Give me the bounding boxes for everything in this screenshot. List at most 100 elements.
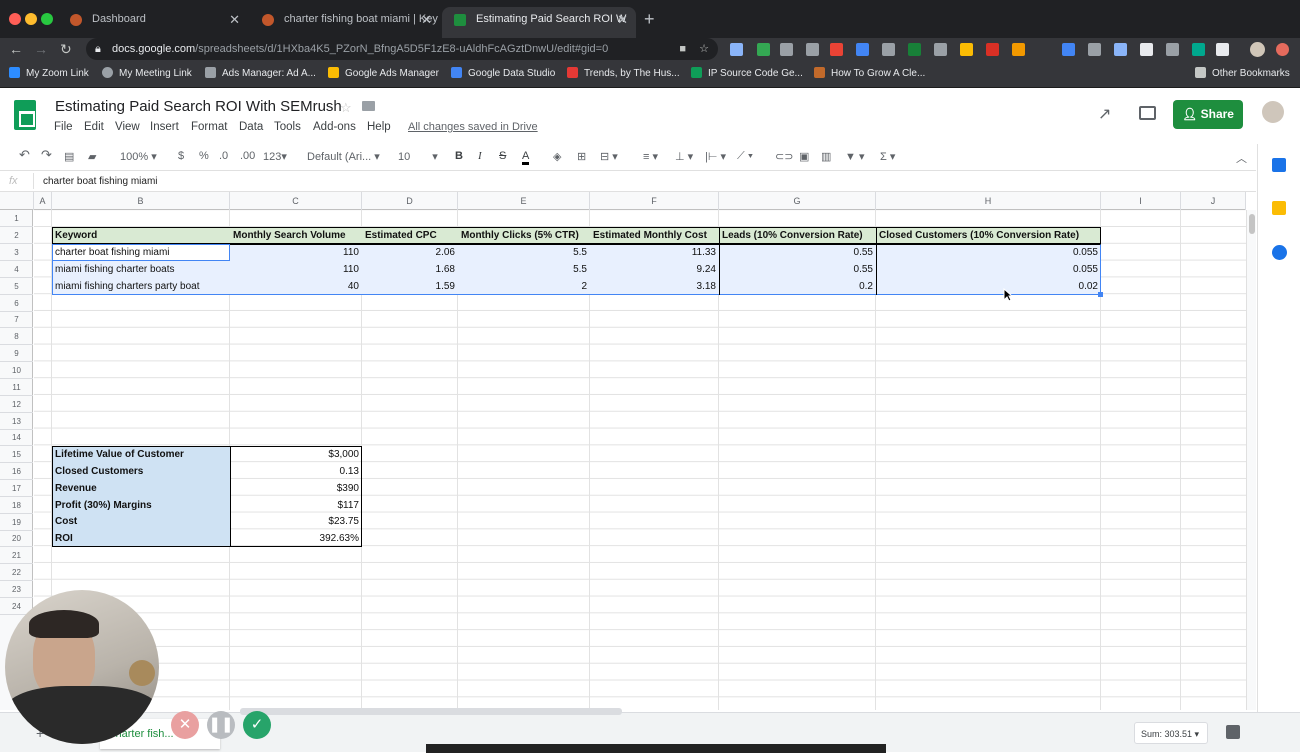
horizontal-scrollbar[interactable] — [240, 708, 622, 715]
table-cell[interactable]: 11.33 — [590, 244, 719, 261]
select-all-corner[interactable] — [0, 192, 34, 210]
table-cell[interactable]: 0.055 — [876, 261, 1101, 278]
bookmark-item[interactable]: My Meeting Link — [102, 67, 192, 79]
table-header-cell[interactable]: Monthly Clicks (5% CTR) — [458, 227, 590, 244]
calendar-icon[interactable] — [1272, 158, 1286, 172]
table-cell[interactable]: 5.5 — [458, 261, 590, 278]
row-header[interactable]: 5 — [0, 278, 33, 295]
extension-icon[interactable] — [1192, 43, 1205, 56]
summary-label[interactable]: ROI — [52, 530, 230, 547]
text-rotation-icon[interactable]: ⟋ ▾ — [737, 150, 753, 163]
extension-icon[interactable] — [780, 43, 793, 56]
text-color-icon[interactable]: A — [522, 150, 530, 165]
table-cell[interactable]: 2.06 — [362, 244, 458, 261]
extension-icon[interactable] — [934, 43, 947, 56]
insert-chart-icon[interactable]: ▥ — [821, 150, 831, 163]
column-header-a[interactable]: A — [34, 192, 52, 210]
column-header-j[interactable]: J — [1181, 192, 1246, 210]
table-cell[interactable]: 3.18 — [590, 278, 719, 295]
extension-icon[interactable] — [882, 43, 895, 56]
profile-avatar[interactable] — [1250, 42, 1265, 57]
table-header-cell[interactable]: Estimated CPC — [362, 227, 458, 244]
insert-comment-icon[interactable]: ▣ — [799, 150, 809, 163]
font-select[interactable]: Default (Ari... ▾ — [307, 150, 380, 163]
new-tab-button[interactable]: + — [644, 9, 655, 30]
extension-icon[interactable] — [986, 43, 999, 56]
webcam-overlay[interactable] — [5, 590, 159, 744]
summary-label[interactable]: Closed Customers — [52, 463, 230, 480]
sheets-logo[interactable] — [14, 100, 36, 130]
column-header-e[interactable]: E — [458, 192, 590, 210]
row-header[interactable]: 17 — [0, 480, 33, 497]
table-cell[interactable]: 0.55 — [719, 244, 876, 261]
horizontal-align-icon[interactable]: ≡ ▾ — [643, 150, 658, 163]
row-header[interactable]: 12 — [0, 396, 33, 413]
close-tab-icon[interactable]: ✕ — [229, 7, 240, 32]
cell-grid[interactable]: Keyword Monthly Search Volume Estimated … — [34, 210, 1246, 710]
row-header[interactable]: 2 — [0, 227, 33, 244]
table-header-cell[interactable]: Monthly Search Volume — [230, 227, 362, 244]
menu-format[interactable]: Format — [191, 121, 227, 133]
scrollbar-thumb[interactable] — [1249, 214, 1255, 234]
column-header-b[interactable]: B — [52, 192, 230, 210]
extension-icon[interactable] — [830, 43, 843, 56]
row-header[interactable]: 4 — [0, 261, 33, 278]
table-header-cell[interactable]: Estimated Monthly Cost — [590, 227, 719, 244]
table-cell[interactable]: 0.55 — [719, 261, 876, 278]
summary-value[interactable]: 392.63% — [230, 530, 362, 547]
vertical-scrollbar[interactable] — [1246, 210, 1256, 710]
tab-keyword[interactable]: charter fishing boat miami | Key ✕ — [250, 7, 440, 38]
bookmark-star-icon[interactable]: ☆ — [699, 38, 709, 60]
redo-icon[interactable]: ↷ — [41, 147, 52, 163]
folder-icon[interactable] — [362, 101, 375, 111]
row-header[interactable]: 20 — [0, 530, 33, 547]
bookmark-item[interactable]: IP Source Code Ge... — [691, 67, 803, 79]
menu-addons[interactable]: Add-ons — [313, 121, 356, 133]
keep-icon[interactable] — [1272, 201, 1286, 215]
table-cell-keyword[interactable]: miami fishing charters party boat — [52, 278, 230, 295]
menu-file[interactable]: File — [54, 121, 73, 133]
extension-icon[interactable] — [806, 43, 819, 56]
address-bar[interactable]: 🔒︎ docs.google.com/spreadsheets/d/1HXba4… — [86, 38, 718, 60]
table-cell[interactable]: 9.24 — [590, 261, 719, 278]
document-title[interactable]: Estimating Paid Search ROI With SEMrush — [55, 98, 342, 115]
table-cell-keyword[interactable]: miami fishing charter boats — [52, 261, 230, 278]
summary-label[interactable]: Lifetime Value of Customer — [52, 446, 230, 463]
tab-dashboard[interactable]: Dashboard ✕ — [58, 7, 248, 38]
italic-icon[interactable]: I — [478, 150, 482, 162]
column-header-h[interactable]: H — [876, 192, 1101, 210]
comments-icon[interactable] — [1139, 106, 1156, 120]
print-icon[interactable]: ▤ — [64, 150, 74, 163]
row-header[interactable]: 23 — [0, 581, 33, 598]
table-cell[interactable]: 1.68 — [362, 261, 458, 278]
menu-view[interactable]: View — [115, 121, 140, 133]
row-header[interactable]: 9 — [0, 345, 33, 362]
summary-value[interactable]: $3,000 — [230, 446, 362, 463]
row-header[interactable]: 1 — [0, 210, 33, 227]
bookmark-item[interactable]: Ads Manager: Ad A... — [205, 67, 316, 79]
row-header[interactable]: 7 — [0, 311, 33, 328]
undo-icon[interactable]: ↶ — [19, 147, 30, 163]
close-tab-icon[interactable]: ✕ — [617, 7, 628, 32]
row-header[interactable]: 8 — [0, 328, 33, 345]
row-header[interactable]: 22 — [0, 564, 33, 581]
row-header[interactable]: 15 — [0, 446, 33, 463]
row-header[interactable]: 11 — [0, 379, 33, 396]
merge-cells-icon[interactable]: ⊟ ▾ — [600, 150, 618, 163]
currency-format-button[interactable]: $ — [178, 150, 184, 162]
menu-data[interactable]: Data — [239, 121, 263, 133]
table-cell[interactable]: 2 — [458, 278, 590, 295]
menu-insert[interactable]: Insert — [150, 121, 179, 133]
zoom-select[interactable]: 100% ▾ — [120, 150, 157, 163]
row-header[interactable]: 13 — [0, 413, 33, 430]
column-header-c[interactable]: C — [230, 192, 362, 210]
close-window-button[interactable] — [9, 13, 21, 25]
share-button[interactable]: 👤︎ Share — [1173, 100, 1243, 129]
tab-estimating-roi[interactable]: Estimating Paid Search ROI W ✕ — [442, 7, 636, 38]
formula-input[interactable]: charter boat fishing miami — [43, 176, 158, 187]
table-cell[interactable]: 40 — [230, 278, 362, 295]
row-header[interactable]: 10 — [0, 362, 33, 379]
functions-icon[interactable]: Σ ▾ — [880, 150, 895, 163]
zoom-window-button[interactable] — [41, 13, 53, 25]
font-size-select[interactable]: 10 ▾ — [398, 150, 438, 163]
